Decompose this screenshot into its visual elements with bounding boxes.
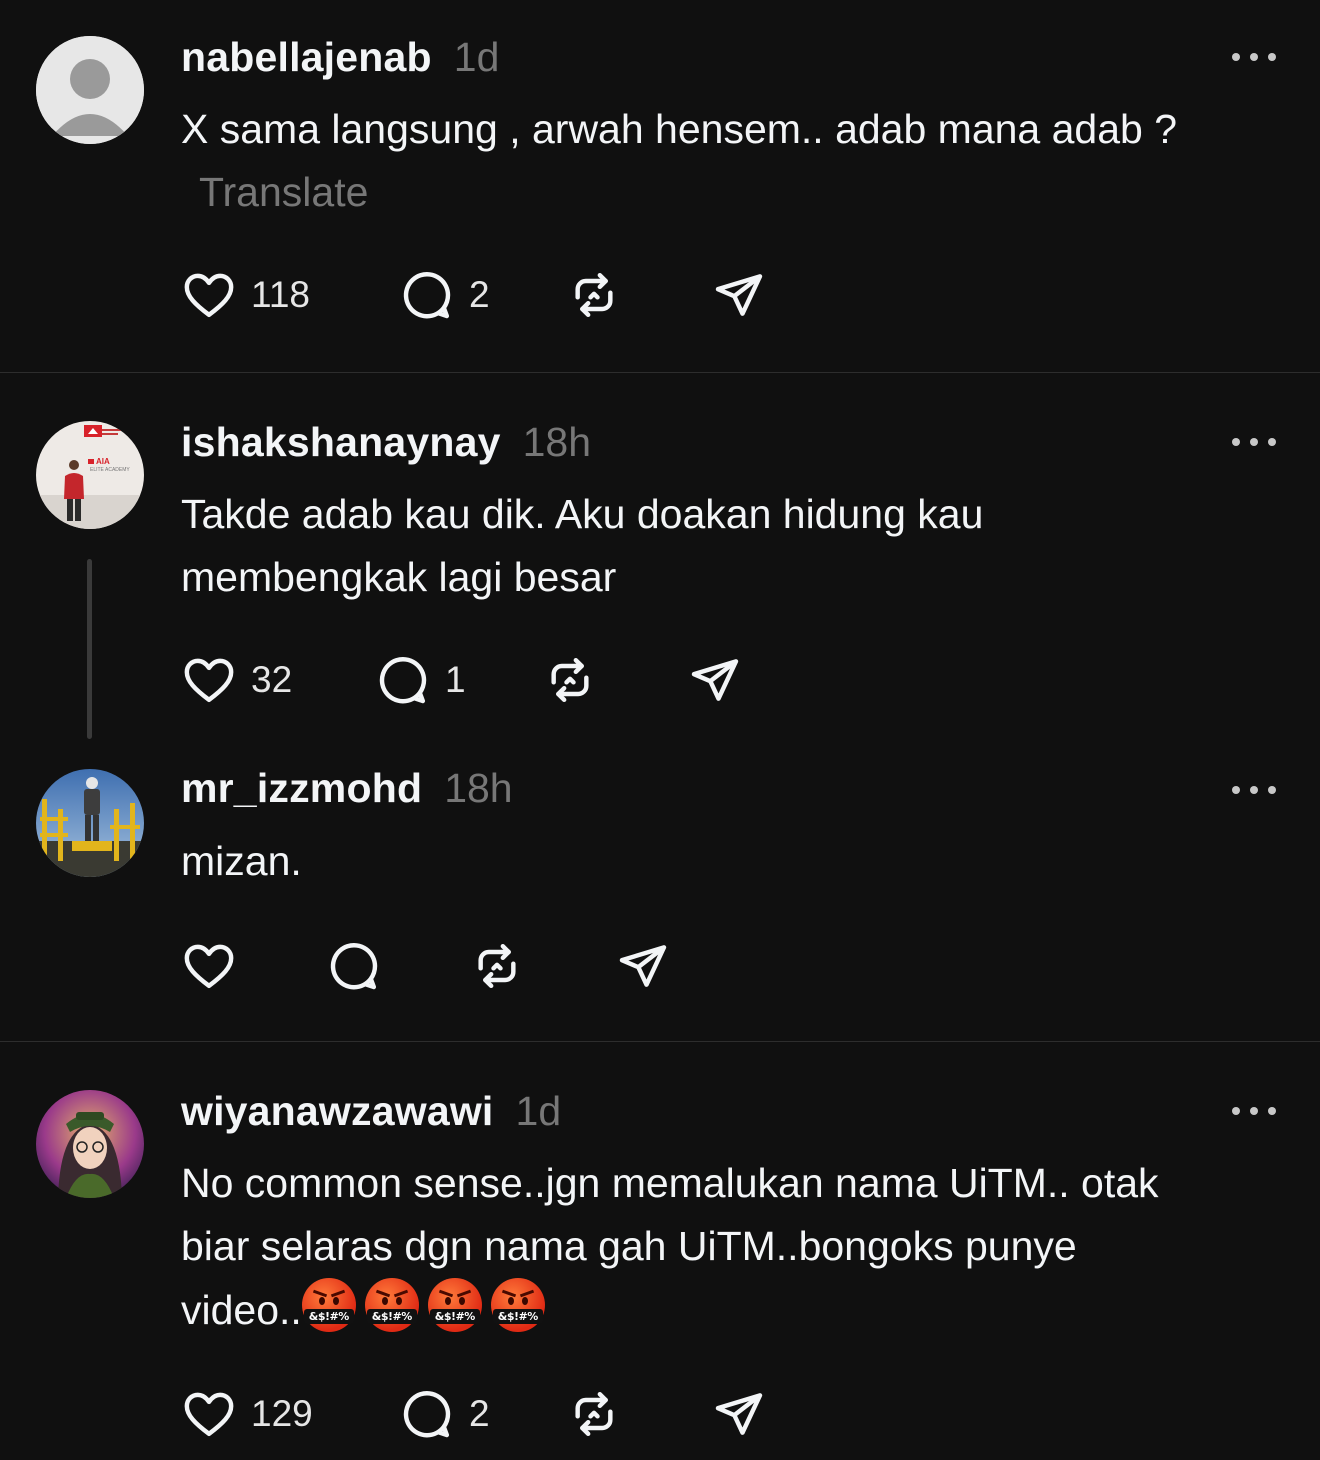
- heart-icon: [184, 273, 234, 318]
- share-button[interactable]: [711, 265, 767, 325]
- emoji-mask-text: &$!#%: [303, 1309, 354, 1324]
- translate-link[interactable]: Translate: [199, 169, 368, 215]
- post-text-line: biar selaras dgn nama gah UiTM..bongoks …: [181, 1223, 1077, 1269]
- repost-button[interactable]: [469, 936, 525, 996]
- post-ishakshanaynay: AIA ELITE ACADEMY ishakshanaynay 18h Tak…: [0, 373, 1320, 743]
- post-text: X sama langsung , arwah hensem.. adab ma…: [181, 98, 1281, 224]
- post-header: wiyanawzawawi 1d: [181, 1088, 561, 1135]
- comment-icon: [403, 1391, 451, 1438]
- repost-icon: [575, 272, 613, 318]
- default-avatar-icon: [36, 36, 144, 144]
- avatar[interactable]: [36, 36, 144, 144]
- avatar[interactable]: AIA ELITE ACADEMY: [36, 421, 144, 529]
- action-bar: 32 1: [181, 650, 781, 710]
- post-text-line: No common sense..jgn memalukan nama UiTM…: [181, 1160, 1159, 1206]
- repost-button[interactable]: [566, 1384, 622, 1444]
- share-icon: [715, 274, 763, 316]
- post-text: mizan.: [181, 830, 1281, 893]
- thread-line: [87, 559, 92, 739]
- action-bar: 118 2: [181, 265, 801, 325]
- timestamp: 18h: [522, 419, 592, 465]
- like-button[interactable]: 32: [181, 650, 292, 710]
- cursing-face-emoji: &$!#%: [301, 1278, 356, 1332]
- post-text-line-emoji: video.. &$!#% &$!#% &$!#% &$!#%: [181, 1278, 1281, 1342]
- post-header: ishakshanaynay 18h: [181, 419, 591, 466]
- like-button[interactable]: 129: [181, 1384, 313, 1444]
- cursing-face-emoji: &$!#%: [490, 1278, 545, 1332]
- timestamp: 1d: [453, 34, 500, 80]
- repost-icon: [575, 1391, 613, 1437]
- profile-photo: [36, 1090, 144, 1198]
- heart-icon: [184, 944, 234, 989]
- action-bar: [181, 936, 701, 996]
- post-text-content: X sama langsung , arwah hensem.. adab ma…: [181, 106, 1178, 152]
- avatar[interactable]: [36, 769, 144, 877]
- more-icon[interactable]: [1232, 47, 1276, 67]
- reply-button[interactable]: [326, 936, 382, 996]
- like-button[interactable]: [181, 936, 237, 996]
- comment-icon: [330, 943, 378, 990]
- avatar-logo-text: AIA: [96, 457, 110, 466]
- like-button[interactable]: 118: [181, 265, 310, 325]
- emoji-mask-text: &$!#%: [492, 1309, 543, 1324]
- reply-count: 2: [469, 1393, 490, 1434]
- more-icon[interactable]: [1232, 1101, 1276, 1121]
- username[interactable]: mr_izzmohd: [181, 765, 422, 812]
- more-icon[interactable]: [1232, 432, 1276, 452]
- avatar[interactable]: [36, 1090, 144, 1198]
- reply-count: 1: [445, 659, 466, 700]
- timestamp: 1d: [515, 1088, 562, 1134]
- timestamp: 18h: [444, 765, 513, 811]
- more-icon[interactable]: [1232, 780, 1276, 800]
- share-button[interactable]: [711, 1384, 767, 1444]
- repost-button[interactable]: [542, 650, 598, 710]
- share-button[interactable]: [615, 936, 671, 996]
- reply-button[interactable]: 1: [375, 650, 466, 710]
- emoji-mask-text: &$!#%: [366, 1309, 417, 1324]
- comment-icon: [403, 272, 451, 319]
- replies-feed: nabellajenab 1d X sama langsung , arwah …: [0, 0, 1320, 1460]
- repost-icon: [551, 657, 589, 703]
- profile-photo: AIA ELITE ACADEMY: [36, 421, 144, 529]
- post-text-line: Takde adab kau dik. Aku doakan hidung ka…: [181, 491, 984, 537]
- post-header: nabellajenab 1d: [181, 34, 499, 81]
- post-wiyanawzawawi: wiyanawzawawi 1d No common sense..jgn me…: [0, 1042, 1320, 1460]
- heart-icon: [184, 658, 234, 703]
- heart-icon: [184, 1392, 234, 1437]
- repost-button[interactable]: [566, 265, 622, 325]
- comment-icon: [379, 657, 427, 704]
- avatar-logo-subtext: ELITE ACADEMY: [90, 467, 130, 473]
- post-text-line: membengkak lagi besar: [181, 554, 617, 600]
- profile-photo: [36, 769, 144, 877]
- username[interactable]: nabellajenab: [181, 34, 432, 81]
- post-header: mr_izzmohd 18h: [181, 765, 513, 812]
- post-text: No common sense..jgn memalukan nama UiTM…: [181, 1152, 1281, 1342]
- reply-count: 2: [469, 274, 490, 315]
- post-nabellajenab: nabellajenab 1d X sama langsung , arwah …: [0, 0, 1320, 372]
- post-text-line: video..: [181, 1287, 302, 1333]
- share-icon: [619, 945, 667, 987]
- reply-button[interactable]: 2: [399, 265, 490, 325]
- cursing-face-emoji: &$!#%: [427, 1278, 482, 1332]
- username[interactable]: wiyanawzawawi: [181, 1088, 494, 1135]
- username[interactable]: ishakshanaynay: [181, 419, 501, 466]
- repost-icon: [478, 943, 516, 989]
- like-count: 32: [251, 659, 293, 700]
- reply-button[interactable]: 2: [399, 1384, 490, 1444]
- post-text: Takde adab kau dik. Aku doakan hidung ka…: [181, 483, 1281, 609]
- share-icon: [691, 659, 739, 701]
- post-mr-izzmohd: mr_izzmohd 18h mizan.: [0, 743, 1320, 1041]
- share-icon: [715, 1393, 763, 1435]
- like-count: 118: [251, 274, 310, 315]
- post-text-content: mizan.: [181, 838, 302, 884]
- emoji-mask-text: &$!#%: [429, 1309, 480, 1324]
- share-button[interactable]: [687, 650, 743, 710]
- cursing-face-emoji: &$!#%: [364, 1278, 419, 1332]
- like-count: 129: [251, 1393, 313, 1434]
- action-bar: 129 2: [181, 1384, 801, 1444]
